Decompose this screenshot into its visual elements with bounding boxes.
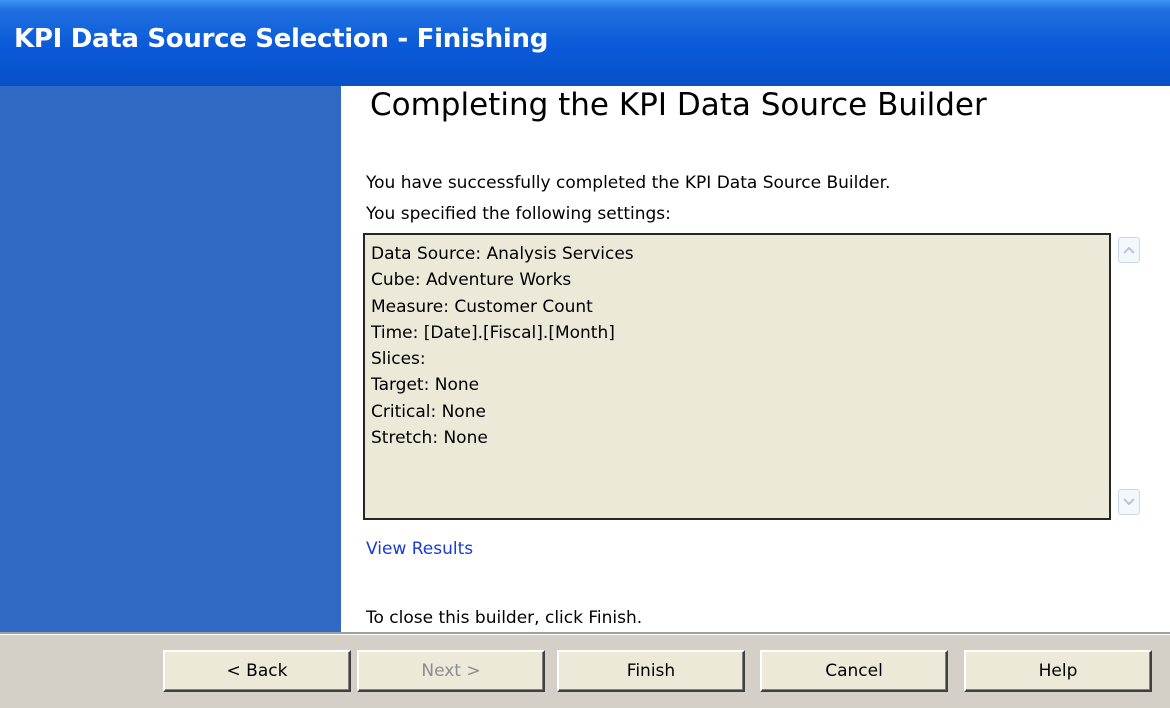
- settings-intro: You specified the following settings:: [366, 204, 671, 224]
- settings-list: Data Source: Analysis Services Cube: Adv…: [371, 241, 634, 451]
- chevron-up-icon: [1123, 246, 1135, 254]
- title-bar[interactable]: KPI Data Source Selection - Finishing: [0, 0, 1170, 86]
- setting-critical: Critical: None: [371, 401, 486, 422]
- setting-time: Time: [Date].[Fiscal].[Month]: [371, 322, 615, 343]
- setting-stretch: Stretch: None: [371, 428, 488, 449]
- setting-target: Target: None: [371, 375, 480, 396]
- settings-scrollbar[interactable]: [1112, 233, 1147, 520]
- wizard-content: Completing the KPI Data Source Builder Y…: [341, 86, 1170, 632]
- wizard-window: KPI Data Source Selection - Finishing Co…: [0, 0, 1170, 708]
- setting-data-source: Data Source: Analysis Services: [371, 244, 634, 264]
- success-message: You have successfully completed the KPI …: [366, 173, 891, 193]
- help-button[interactable]: Help: [964, 650, 1152, 692]
- scroll-up-button[interactable]: [1118, 237, 1140, 263]
- button-bar: < Back Next > Finish Cancel Help: [0, 635, 1170, 708]
- cancel-button[interactable]: Cancel: [760, 650, 948, 692]
- page-title: Completing the KPI Data Source Builder: [370, 87, 987, 123]
- chevron-down-icon: [1123, 498, 1135, 506]
- finish-button[interactable]: Finish: [557, 650, 745, 692]
- window-title: KPI Data Source Selection - Finishing: [14, 24, 549, 54]
- closing-instruction: To close this builder, click Finish.: [366, 608, 643, 628]
- back-button[interactable]: < Back: [163, 650, 351, 692]
- wizard-sidebar: [0, 86, 341, 632]
- setting-slices: Slices:: [371, 349, 426, 370]
- setting-cube: Cube: Adventure Works: [371, 270, 572, 291]
- setting-measure: Measure: Customer Count: [371, 296, 593, 317]
- view-results-link[interactable]: View Results: [366, 539, 473, 559]
- next-button[interactable]: Next >: [357, 650, 545, 692]
- scroll-down-button[interactable]: [1118, 489, 1140, 515]
- settings-summary-box[interactable]: Data Source: Analysis Services Cube: Adv…: [363, 233, 1111, 520]
